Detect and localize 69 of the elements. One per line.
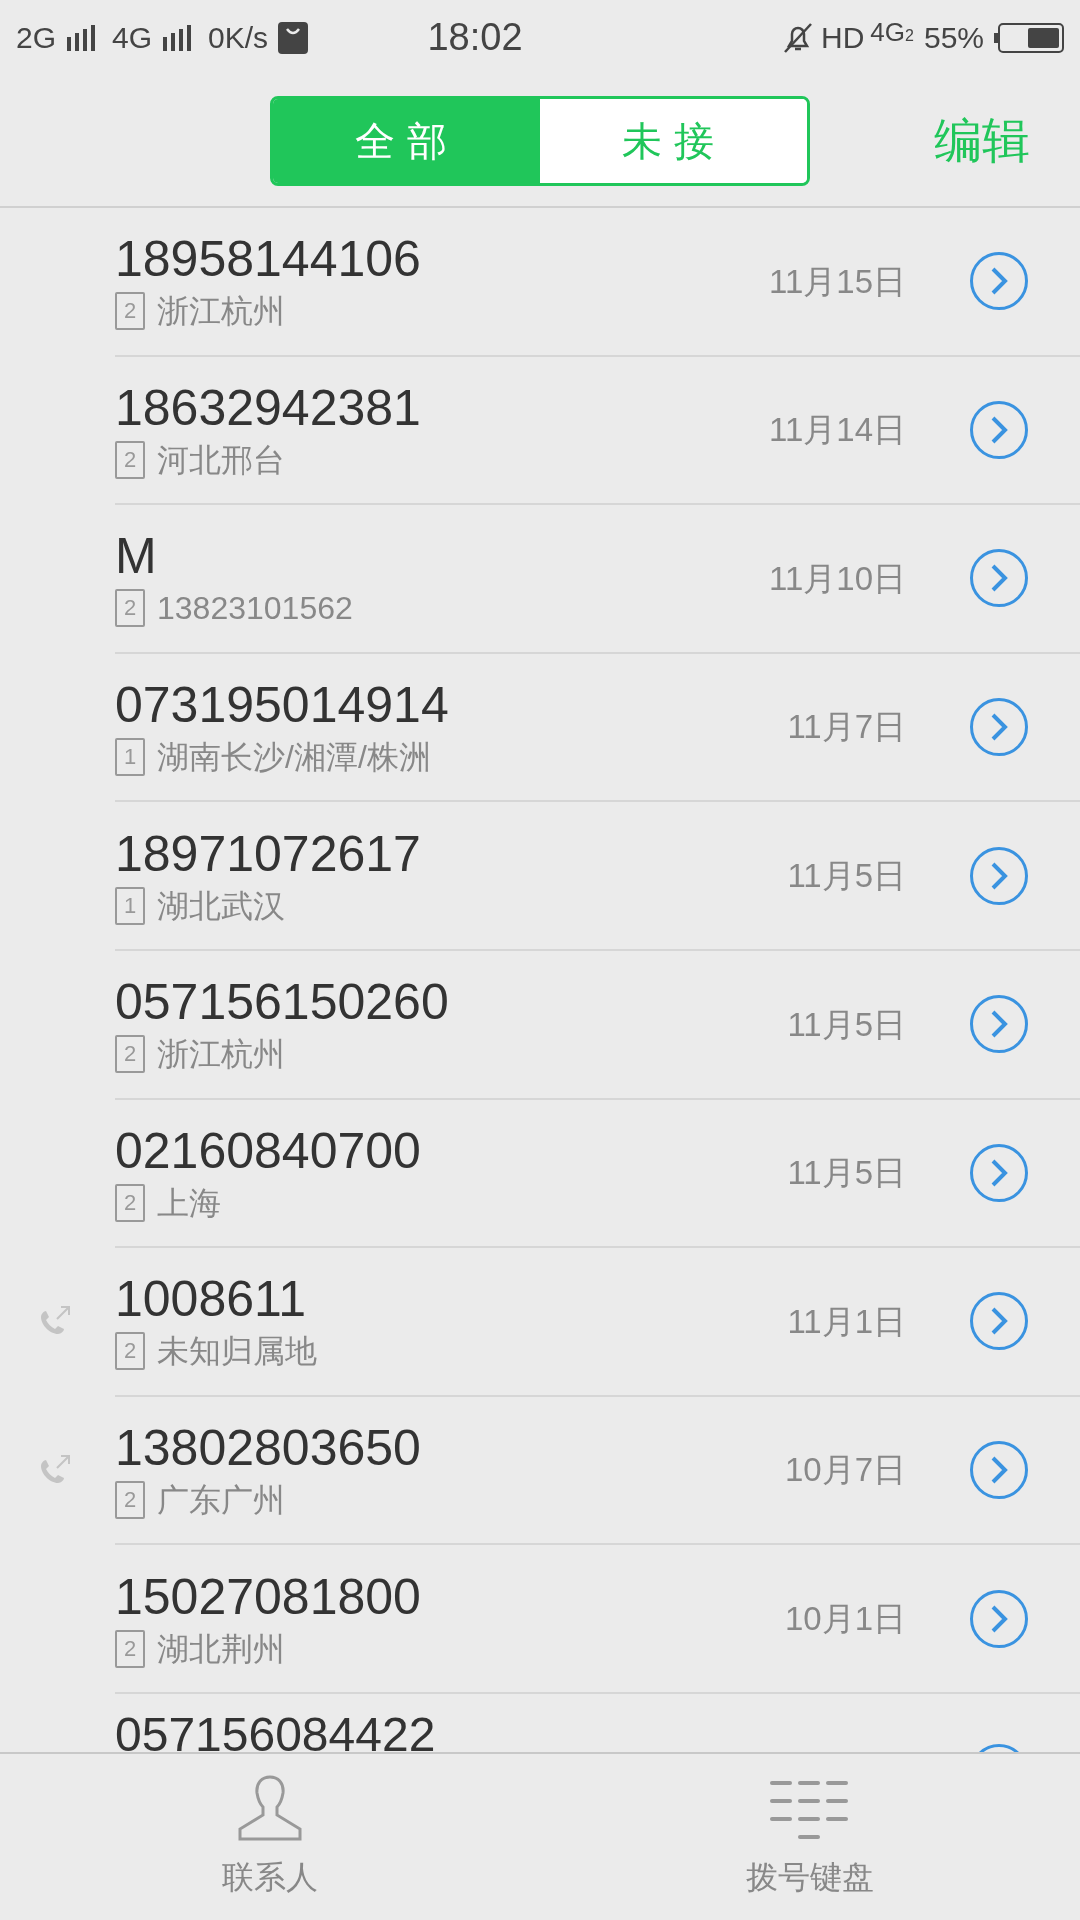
filter-tab[interactable]: 未接 [540,98,807,183]
phone-number: 073195014914 [115,677,450,734]
nav-label: 拨号键盘 [746,1858,874,1897]
location-text: 湖北武汉 [157,886,285,926]
phone-number: 057156084422 [115,1706,436,1752]
details-button[interactable] [970,252,1028,311]
location-text: 湖南长沙/湘潭/株洲 [157,738,431,778]
location-text: 上海 [157,1183,221,1223]
sim-card-icon: 2 [115,1183,145,1222]
network-label: 4G [112,20,153,56]
location-text: 浙江杭州 [157,292,285,332]
phone-number: 18971072617 [115,825,422,882]
speed-text: 0K/s [208,20,269,56]
details-button[interactable] [970,698,1028,757]
network-label: 2G [16,20,57,56]
details-button[interactable] [970,1143,1028,1202]
clock: 18:02 [427,15,523,60]
details-button[interactable] [970,549,1028,608]
phone-number: 18958144106 [115,231,422,288]
location-text: 13823101562 [157,589,353,629]
sim-card-icon: 2 [115,1332,145,1371]
network-label: 4G2 [870,16,914,49]
details-button[interactable] [970,1292,1028,1351]
location-text: 河北邢台 [157,440,285,480]
signal-icon [66,24,97,51]
location-text: 广东广州 [157,1481,285,1521]
location-text: 湖北荆州 [157,1629,285,1669]
sim-card-icon: 1 [115,738,145,777]
nav-label: 联系人 [222,1858,318,1897]
call-date: 11月7日 [787,707,906,748]
filter-tab[interactable]: 全部 [273,98,540,183]
hd-label: HD [821,20,865,56]
phone-number: 13802803650 [115,1420,422,1477]
edit-button[interactable]: 编辑 [934,104,1030,177]
phone-number: 15027081800 [115,1568,422,1625]
call-date: 10月7日 [784,1450,906,1491]
phone-number: 057156150260 [115,974,450,1031]
sim-card-icon: 2 [115,440,145,479]
call-date: 11月15日 [769,261,906,302]
location-text: 未知归属地 [157,1332,317,1372]
call-date: 11月5日 [787,1153,906,1194]
call-date: 11月5日 [787,1004,906,1045]
sim-card-icon: 1 [115,886,145,925]
phone-number: 02160840700 [115,1122,422,1179]
sim-card-icon: 2 [115,1481,145,1520]
battery-percent: 55% [923,20,984,56]
details-button[interactable] [970,846,1028,905]
phone-number: 1008611 [115,1271,307,1328]
call-date: 11月14日 [769,410,906,451]
shopping-bag-icon [278,21,309,54]
call-date: 11月1日 [787,1301,906,1342]
nav-tab[interactable]: 拨号键盘 [540,1754,1080,1920]
phone-number: 18632942381 [115,379,422,436]
signal-icon [162,24,193,51]
details-button[interactable] [970,1589,1028,1648]
call-date: 11月5日 [787,855,906,896]
sim-card-icon: 2 [115,589,145,628]
details-button[interactable] [970,995,1028,1054]
phone-number: M [115,528,158,585]
details-button[interactable] [970,1441,1028,1500]
sim-card-icon: 2 [115,1035,145,1074]
sim-card-icon: 2 [115,292,145,331]
call-date: 10月1日 [784,1598,906,1639]
nav-tab[interactable]: 联系人 [0,1754,540,1920]
call-date: 11月10日 [769,558,906,599]
battery-icon [994,22,1064,53]
sim-card-icon: 2 [115,1629,145,1668]
details-button[interactable] [970,400,1028,459]
location-text: 浙江杭州 [157,1035,285,1075]
